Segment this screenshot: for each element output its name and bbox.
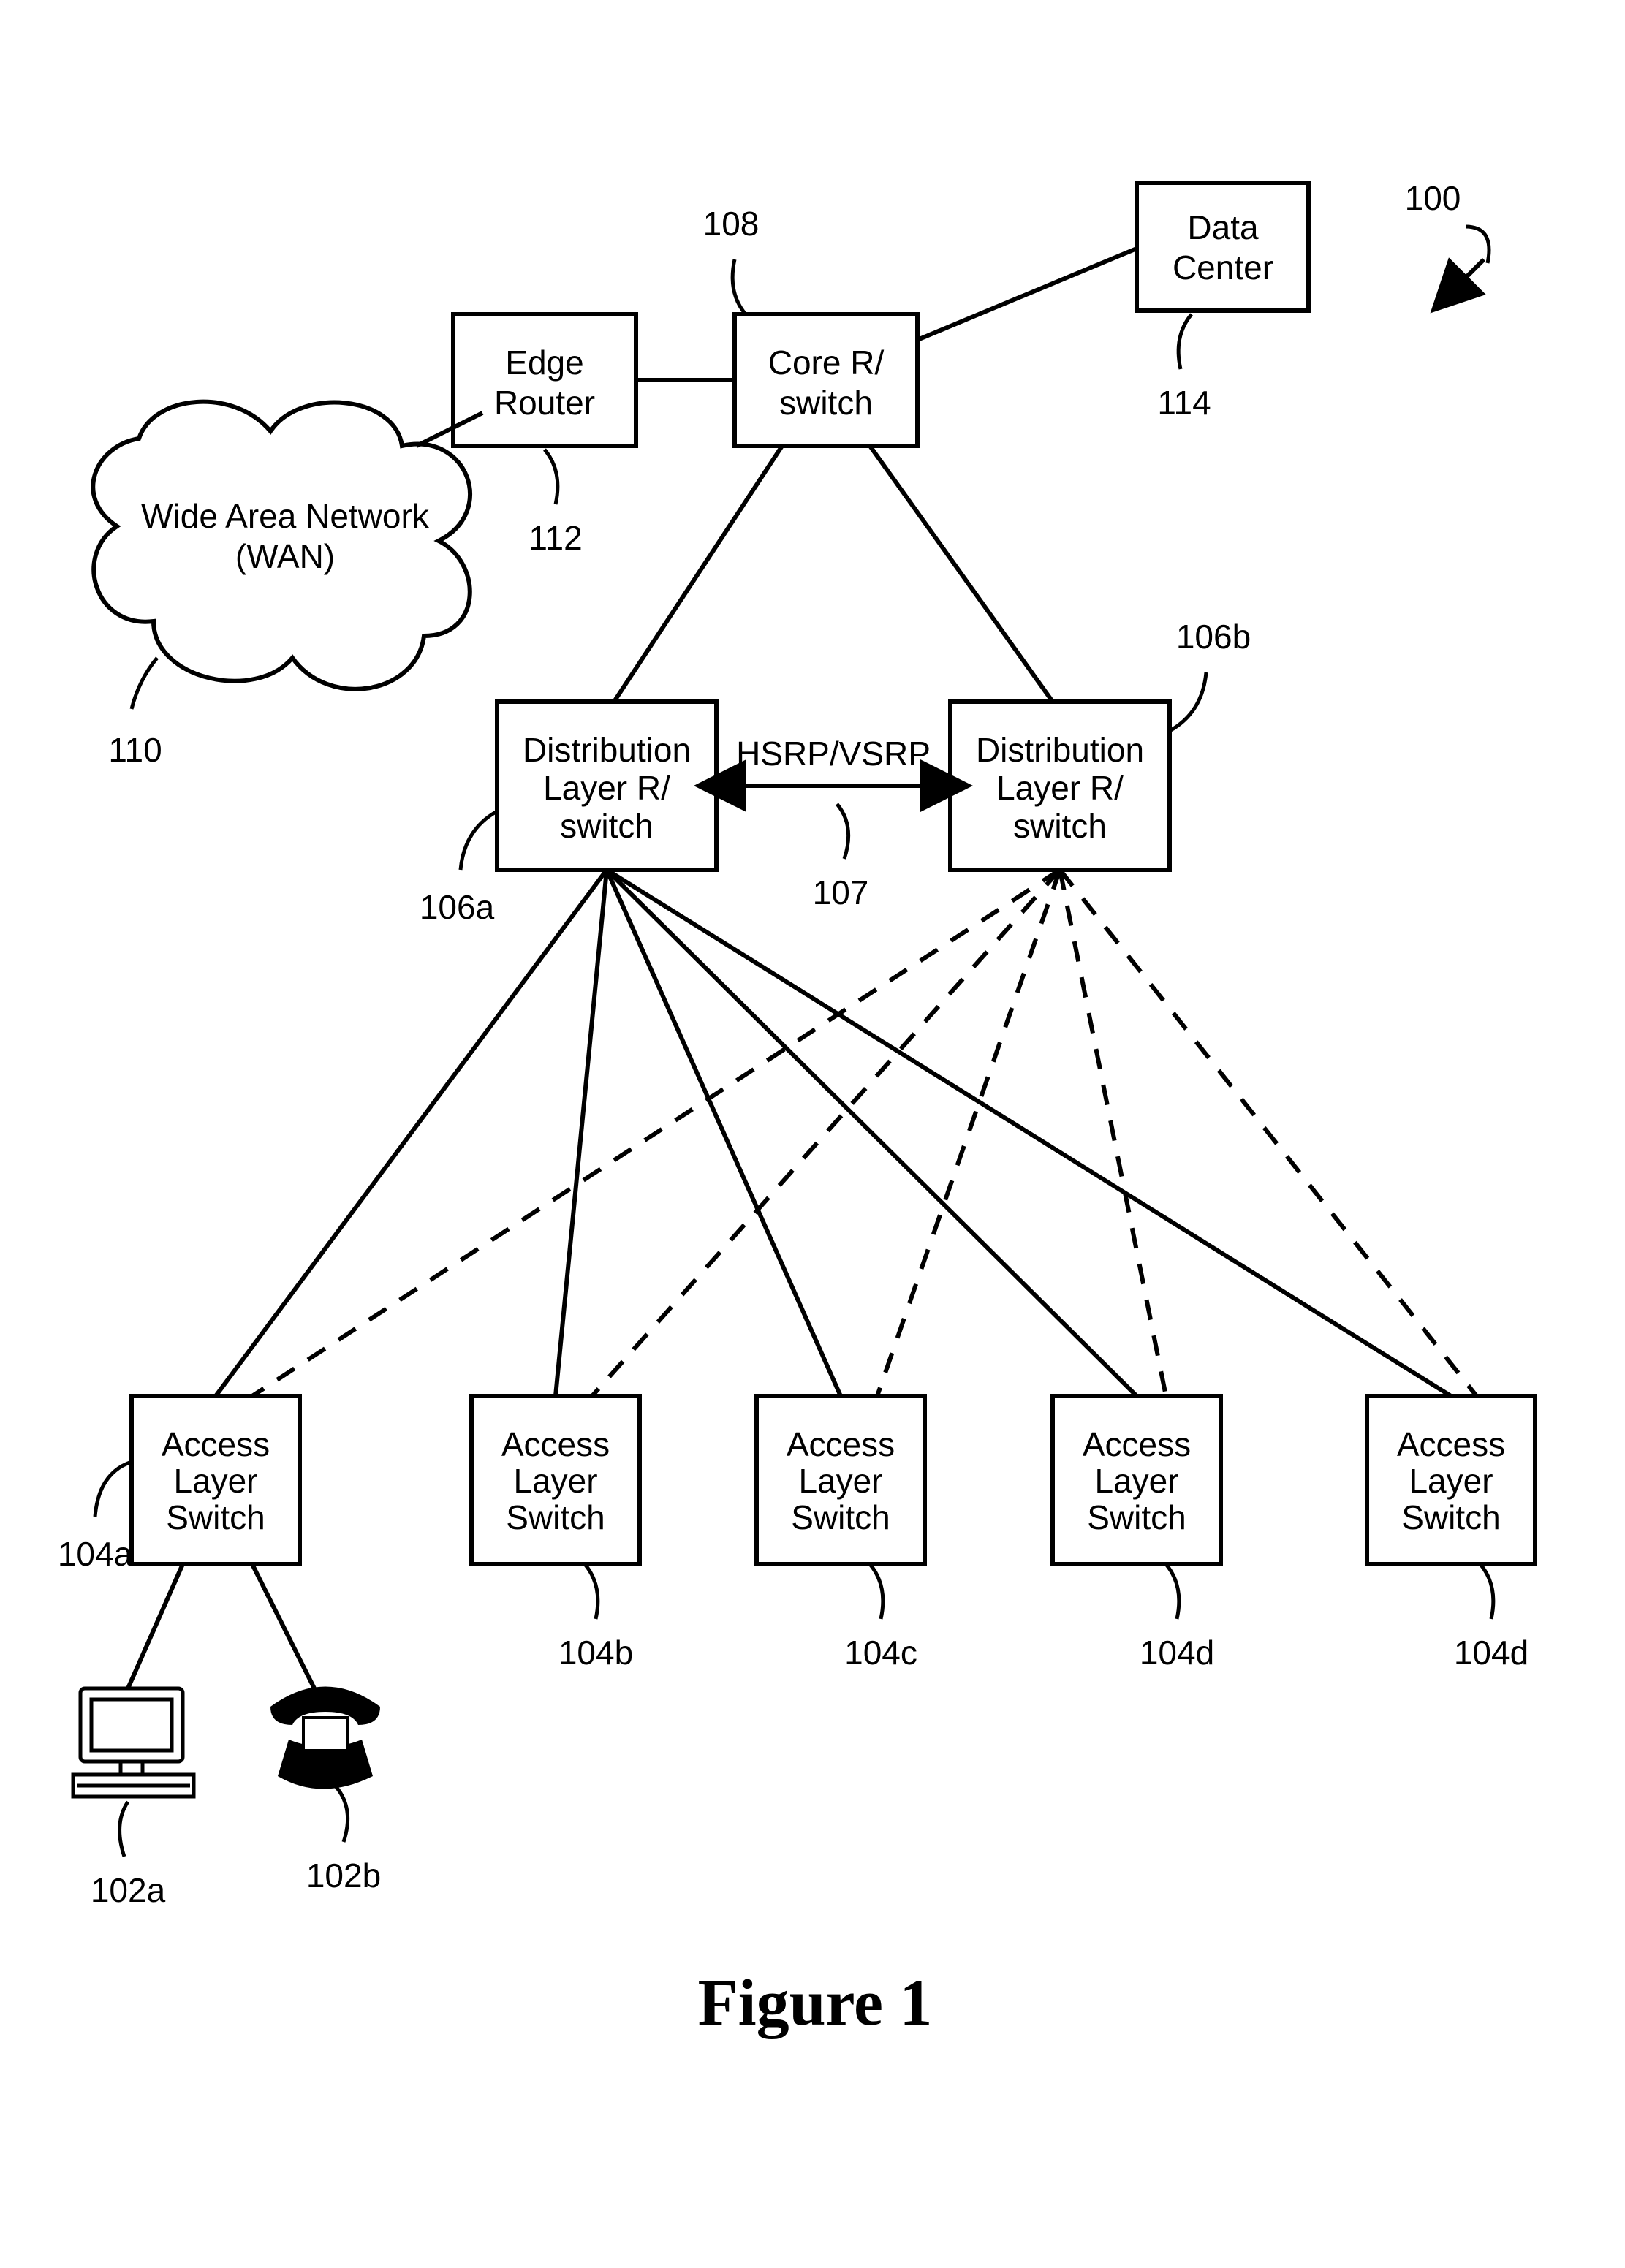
dist-a-ref: 106a: [420, 888, 495, 926]
access-5-l2: Layer: [1409, 1462, 1493, 1500]
edge-router-l2: Router: [494, 384, 595, 422]
access-3-l2: Layer: [798, 1462, 882, 1500]
dist-a-l3: switch: [560, 807, 654, 845]
access-4-l3: Switch: [1087, 1498, 1186, 1536]
computer-icon: [73, 1688, 194, 1797]
hsrp-label: HSRP/VSRP: [736, 735, 931, 773]
access-3: Access Layer Switch 104c: [757, 1396, 925, 1672]
access-2-ref: 104b: [558, 1634, 633, 1672]
wan-label-2: (WAN): [235, 537, 335, 575]
dist-b-l2: Layer R/: [996, 769, 1124, 807]
access-5: Access Layer Switch 104d: [1367, 1396, 1535, 1672]
dist-a-l2: Layer R/: [543, 769, 670, 807]
access-2-l1: Access: [501, 1425, 610, 1463]
wan-label-1: Wide Area Network: [141, 497, 430, 535]
figure-label: Figure 1: [698, 1967, 933, 2039]
access-4-l2: Layer: [1094, 1462, 1178, 1500]
dist-b-l3: switch: [1013, 807, 1107, 845]
core-switch-l1: Core R/: [768, 344, 885, 382]
access-5-l3: Switch: [1401, 1498, 1500, 1536]
network-diagram: 100 Wide Area Network (WAN) 110 Edge Rou…: [0, 0, 1625, 2268]
data-center-l1: Data: [1187, 208, 1259, 246]
access-4-l1: Access: [1083, 1425, 1191, 1463]
access-2-l2: Layer: [513, 1462, 597, 1500]
access-2-l3: Switch: [506, 1498, 605, 1536]
hsrp-ref: 107: [813, 873, 869, 911]
figure-ref-main: 100: [1405, 179, 1461, 217]
access-1: Access Layer Switch 104a: [58, 1396, 300, 1573]
dist-a-l1: Distribution: [523, 731, 691, 769]
access-1-l1: Access: [162, 1425, 270, 1463]
access-5-ref: 104d: [1454, 1634, 1529, 1672]
access-1-l3: Switch: [166, 1498, 265, 1536]
access-3-ref: 104c: [844, 1634, 917, 1672]
access-5-l1: Access: [1397, 1425, 1505, 1463]
access-3-l1: Access: [787, 1425, 895, 1463]
access-1-l2: Layer: [173, 1462, 257, 1500]
access-4-ref: 104d: [1140, 1634, 1214, 1672]
wan-ref: 110: [108, 731, 162, 769]
data-center-box: [1137, 183, 1308, 311]
device-b-ref: 102b: [306, 1857, 381, 1895]
access-3-l3: Switch: [791, 1498, 890, 1536]
edge-router-ref: 112: [529, 519, 582, 557]
access-2: Access Layer Switch 104b: [471, 1396, 640, 1672]
dist-b-ref: 106b: [1176, 618, 1251, 656]
access-1-ref: 104a: [58, 1535, 133, 1573]
edge-router-l1: Edge: [505, 344, 583, 382]
data-center-ref: 114: [1157, 384, 1211, 422]
core-switch-l2: switch: [779, 384, 873, 422]
device-a-ref: 102a: [91, 1871, 166, 1909]
dist-b-l1: Distribution: [976, 731, 1144, 769]
data-center-l2: Center: [1173, 249, 1273, 287]
core-switch-ref: 108: [703, 205, 760, 243]
access-4: Access Layer Switch 104d: [1053, 1396, 1221, 1672]
phone-icon: [270, 1687, 380, 1789]
